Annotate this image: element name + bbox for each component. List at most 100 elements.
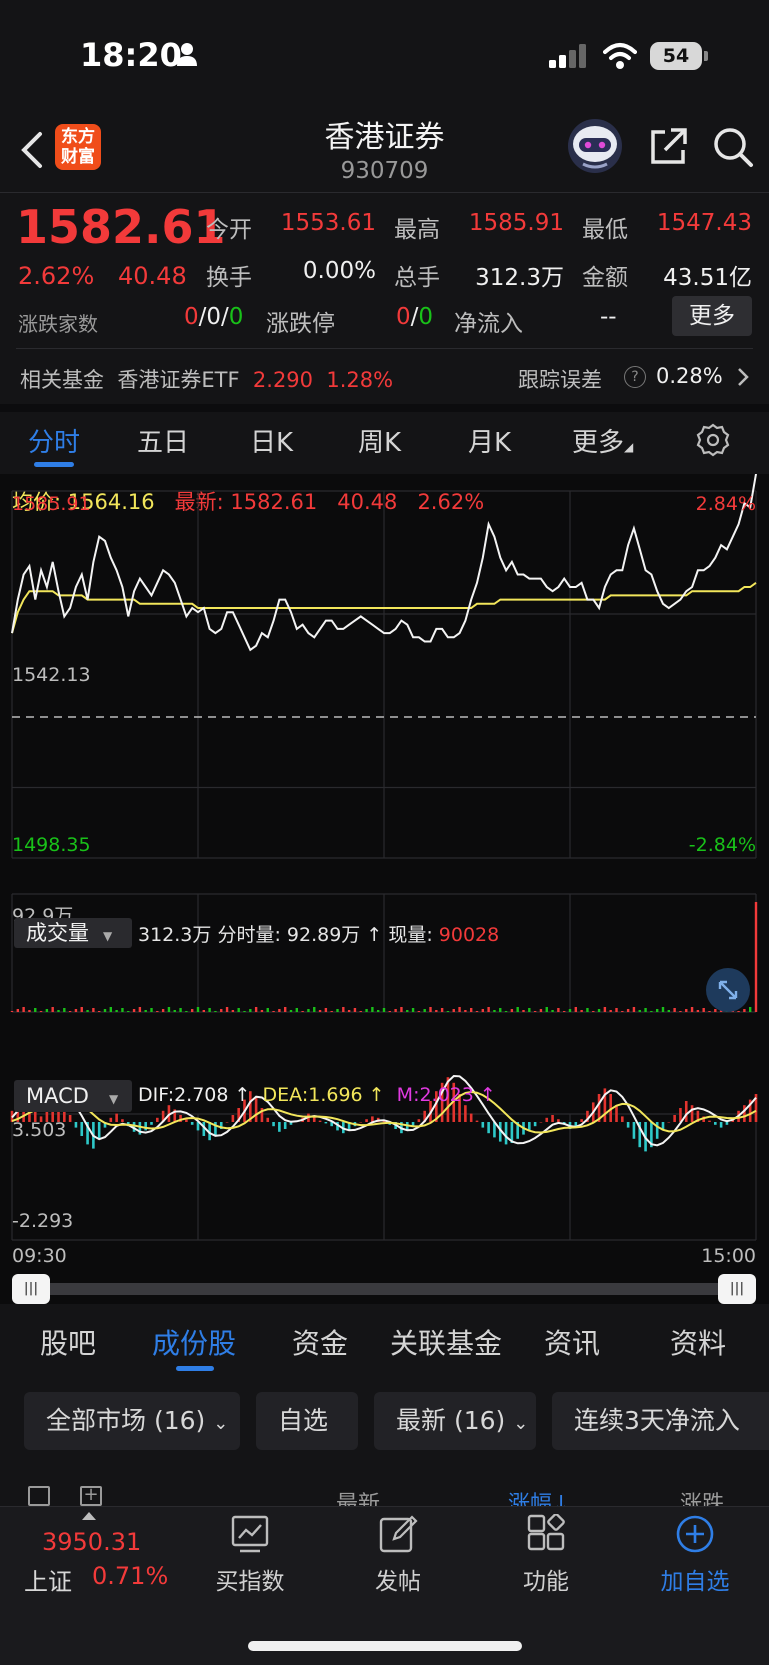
volume-bar (481, 1009, 485, 1012)
col-change: 涨跌 (680, 1492, 725, 1506)
macd-bar (80, 1122, 84, 1136)
amount-label: 金额 (582, 265, 628, 291)
volume-bar (539, 1009, 543, 1012)
netflow-filter[interactable]: 连续3天净流入 (552, 1392, 769, 1450)
related-fund-row[interactable]: 相关基金 香港证券ETF 2.290 1.28% (20, 364, 393, 394)
subtab-funds-flow[interactable]: 资金 (292, 1322, 348, 1362)
macd-bar (225, 1122, 229, 1123)
volume-bar (295, 1008, 299, 1012)
volume-bar (411, 1008, 415, 1012)
macd-bar (557, 1119, 560, 1122)
range-slider-right-handle[interactable]: ||| (718, 1274, 756, 1304)
tab-weekly-k[interactable]: 周K (358, 422, 401, 459)
functions-label[interactable]: 功能 (496, 1562, 596, 1596)
volume-bar (127, 1011, 130, 1012)
macd-bar (318, 1120, 322, 1122)
subtab-forum[interactable]: 股吧 (40, 1322, 96, 1362)
volume-bar (16, 1009, 20, 1012)
breadth-label: 涨跌家数 (18, 312, 98, 336)
post-label[interactable]: 发帖 (348, 1562, 448, 1596)
volume-bar (417, 1011, 421, 1012)
index-name[interactable]: 上证 (24, 1562, 72, 1597)
volume-bar (528, 1008, 531, 1012)
volume-bar (254, 1007, 258, 1012)
status-time: 18:20 (80, 36, 182, 74)
range-slider-track[interactable] (30, 1283, 740, 1295)
expand-icon[interactable] (706, 968, 750, 1012)
subtab-related-funds[interactable]: 关联基金 (390, 1322, 502, 1362)
volume-bar (545, 1007, 548, 1012)
tracking-error-value: 0.28% (656, 364, 723, 388)
volume-bar (626, 1009, 630, 1012)
more-button[interactable]: 更多 (672, 296, 752, 336)
limit-label: 涨跌停 (266, 311, 335, 337)
macd-bar (708, 1120, 711, 1122)
volume-bar (557, 1008, 560, 1012)
volume-bar (493, 1010, 496, 1012)
watchlist-filter[interactable]: 自选 (256, 1392, 358, 1450)
macd-bar (714, 1122, 717, 1125)
macd-bar (545, 1117, 549, 1122)
volume-bar (650, 1011, 653, 1012)
volume-bar (446, 1011, 450, 1012)
subtab-news[interactable]: 资讯 (544, 1322, 600, 1362)
gear-icon[interactable] (696, 423, 730, 457)
market-filter[interactable]: 全部市场 (16) ⌄ (24, 1392, 240, 1450)
subtab-profile[interactable]: 资料 (670, 1322, 726, 1362)
volume-bar (522, 1010, 525, 1012)
signal-icon (549, 44, 586, 68)
chevron-right-icon[interactable] (736, 366, 750, 388)
volume-bar (621, 1011, 624, 1012)
volume-bar (406, 1010, 409, 1012)
volume-bar (382, 1008, 386, 1012)
help-icon[interactable]: ? (624, 366, 646, 388)
macd-bar (324, 1122, 328, 1124)
index-percent[interactable]: 0.71% (92, 1562, 168, 1590)
tab-daily-k[interactable]: 日K (250, 422, 293, 459)
share-icon[interactable] (647, 126, 689, 168)
low-value: 1547.43 (656, 210, 752, 236)
intraday-chart[interactable]: 1585.91 2.84% 1542.13 1498.35 -2.84% 92.… (0, 474, 769, 1274)
macd-bar (190, 1122, 194, 1125)
search-icon[interactable] (712, 126, 754, 168)
macd-bar (144, 1122, 147, 1131)
volume-bar (504, 1011, 508, 1012)
volume-bar (63, 1008, 66, 1012)
index-value[interactable]: 3950.31 (42, 1528, 141, 1556)
volume-bar (685, 1009, 688, 1012)
volume-bar (388, 1011, 392, 1012)
tracking-error-label: 跟踪误差 (518, 368, 602, 392)
volume-bar (667, 1010, 671, 1012)
volume-bar (289, 1010, 293, 1012)
buy-index-icon[interactable] (230, 1514, 270, 1554)
volume-bar (45, 1009, 49, 1012)
volume-bar (533, 1011, 537, 1012)
volume-info: 312.3万 分时量: 92.89万 ↑ 现量: 90028 (138, 924, 500, 946)
y-min-label: 1498.35 (12, 834, 91, 856)
volume-bar (249, 1009, 252, 1012)
add-watchlist-icon[interactable] (675, 1514, 715, 1554)
open-value: 1553.61 (280, 210, 376, 236)
tab-more[interactable]: 更多◢ (572, 422, 633, 459)
collapse-arrow-icon[interactable] (82, 1512, 96, 1520)
tab-intraday[interactable]: 分时 (28, 422, 80, 459)
latest-filter[interactable]: 最新 (16) ⌄ (374, 1392, 536, 1450)
volume-bar (347, 1010, 351, 1012)
volume-value: 312.3万 (475, 265, 564, 291)
functions-icon[interactable] (526, 1514, 566, 1554)
tab-monthly-k[interactable]: 月K (468, 422, 511, 459)
robot-assistant-icon[interactable] (565, 118, 625, 174)
x-start-label: 09:30 (12, 1245, 67, 1267)
tab-five-day[interactable]: 五日 (137, 422, 189, 459)
macd-indicator-select[interactable]: MACD ▼ (14, 1080, 132, 1112)
netflow-label: 净流入 (454, 311, 523, 337)
range-slider-left-handle[interactable]: ||| (12, 1274, 50, 1304)
sub-tabs (0, 1310, 769, 1376)
buy-index-label[interactable]: 买指数 (200, 1562, 300, 1596)
volume-bar (452, 1009, 455, 1012)
volume-indicator-select[interactable]: 成交量 ▼ (14, 918, 132, 948)
post-icon[interactable] (378, 1514, 418, 1554)
add-watchlist-label[interactable]: 加自选 (645, 1562, 745, 1596)
volume-bar (353, 1008, 357, 1012)
subtab-constituents[interactable]: 成份股 (152, 1322, 236, 1362)
